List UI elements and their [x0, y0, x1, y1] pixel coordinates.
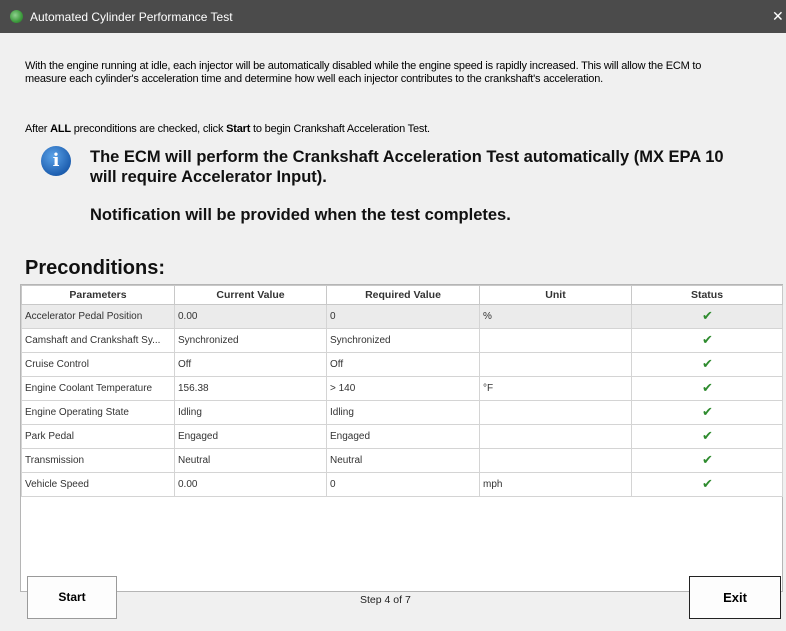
check-icon: ✔ [702, 475, 713, 491]
cell-unit: °F [479, 376, 632, 401]
cell-unit [479, 424, 632, 449]
table-row[interactable]: Camshaft and Crankshaft Sy... Synchroniz… [21, 328, 783, 353]
cell-current-value: Engaged [174, 424, 327, 449]
instruction-middle: preconditions are checked, click [70, 123, 227, 135]
cell-status: ✔ [631, 352, 783, 377]
cell-current-value: Off [174, 352, 327, 377]
instruction-prefix: After [25, 123, 51, 135]
intro-paragraph: With the engine running at idle, each in… [25, 60, 702, 85]
cell-status: ✔ [631, 424, 783, 449]
test-window: Automated Cylinder Performance Test ✕ Wi… [0, 0, 786, 631]
instruction-suffix: to begin Crankshaft Acceleration Test. [250, 123, 430, 135]
check-icon: ✔ [702, 403, 713, 419]
check-icon: ✔ [702, 451, 713, 467]
cell-unit: mph [479, 472, 632, 497]
check-icon: ✔ [702, 355, 713, 371]
instruction-start: Start [226, 123, 251, 135]
cell-required-value: 0 [326, 472, 480, 497]
column-header-status[interactable]: Status [631, 285, 783, 305]
close-icon[interactable]: ✕ [772, 0, 786, 33]
cell-current-value: Idling [174, 400, 327, 425]
cell-parameter: Engine Coolant Temperature [21, 376, 175, 401]
cell-required-value: 0 [326, 304, 480, 329]
notification-text: Notification will be provided when the t… [90, 206, 511, 224]
start-button[interactable]: Start [27, 576, 117, 619]
cell-required-value: Engaged [326, 424, 480, 449]
table-row[interactable]: Accelerator Pedal Position 0.00 0 % ✔ [21, 304, 783, 329]
cell-parameter: Cruise Control [21, 352, 175, 377]
cell-status: ✔ [631, 376, 783, 401]
check-icon: ✔ [702, 307, 713, 323]
preconditions-table: Parameters Current Value Required Value … [20, 284, 783, 592]
cell-current-value: 0.00 [174, 472, 327, 497]
info-notice: The ECM will perform the Crankshaft Acce… [90, 148, 724, 186]
cell-current-value: Synchronized [174, 328, 327, 353]
cell-unit [479, 328, 632, 353]
cell-required-value: > 140 [326, 376, 480, 401]
table-row[interactable]: Vehicle Speed 0.00 0 mph ✔ [21, 472, 783, 497]
table-row[interactable]: Transmission Neutral Neutral ✔ [21, 448, 783, 473]
cell-parameter: Vehicle Speed [21, 472, 175, 497]
cell-required-value: Synchronized [326, 328, 480, 353]
cell-unit [479, 400, 632, 425]
check-icon: ✔ [702, 331, 713, 347]
app-icon [10, 10, 23, 23]
cell-parameter: Engine Operating State [21, 400, 175, 425]
table-row[interactable]: Cruise Control Off Off ✔ [21, 352, 783, 377]
cell-current-value: Neutral [174, 448, 327, 473]
cell-status: ✔ [631, 304, 783, 329]
cell-unit [479, 352, 632, 377]
column-header-unit[interactable]: Unit [479, 285, 632, 305]
cell-parameter: Transmission [21, 448, 175, 473]
cell-parameter: Accelerator Pedal Position [21, 304, 175, 329]
title-bar: Automated Cylinder Performance Test ✕ [0, 0, 786, 33]
column-header-current-value[interactable]: Current Value [174, 285, 327, 305]
check-icon: ✔ [702, 379, 713, 395]
table-header-row: Parameters Current Value Required Value … [21, 285, 783, 305]
info-icon: i [41, 146, 71, 176]
cell-status: ✔ [631, 448, 783, 473]
preconditions-title: Preconditions: [25, 257, 166, 279]
cell-unit: % [479, 304, 632, 329]
instruction-all: ALL [50, 123, 71, 135]
cell-current-value: 0.00 [174, 304, 327, 329]
exit-button[interactable]: Exit [689, 576, 781, 619]
dialog-content: With the engine running at idle, each in… [0, 33, 786, 631]
cell-required-value: Idling [326, 400, 480, 425]
cell-required-value: Off [326, 352, 480, 377]
table-row[interactable]: Park Pedal Engaged Engaged ✔ [21, 424, 783, 449]
cell-unit [479, 448, 632, 473]
cell-status: ✔ [631, 472, 783, 497]
cell-parameter: Camshaft and Crankshaft Sy... [21, 328, 175, 353]
table-row[interactable]: Engine Operating State Idling Idling ✔ [21, 400, 783, 425]
table-row[interactable]: Engine Coolant Temperature 156.38 > 140 … [21, 376, 783, 401]
step-indicator: Step 4 of 7 [360, 594, 411, 606]
cell-parameter: Park Pedal [21, 424, 175, 449]
instruction-line: After ALL preconditions are checked, cli… [25, 123, 430, 135]
column-header-required-value[interactable]: Required Value [326, 285, 480, 305]
window-title: Automated Cylinder Performance Test [30, 9, 233, 24]
check-icon: ✔ [702, 427, 713, 443]
cell-status: ✔ [631, 328, 783, 353]
column-header-parameters[interactable]: Parameters [21, 285, 175, 305]
cell-status: ✔ [631, 400, 783, 425]
cell-current-value: 156.38 [174, 376, 327, 401]
cell-required-value: Neutral [326, 448, 480, 473]
